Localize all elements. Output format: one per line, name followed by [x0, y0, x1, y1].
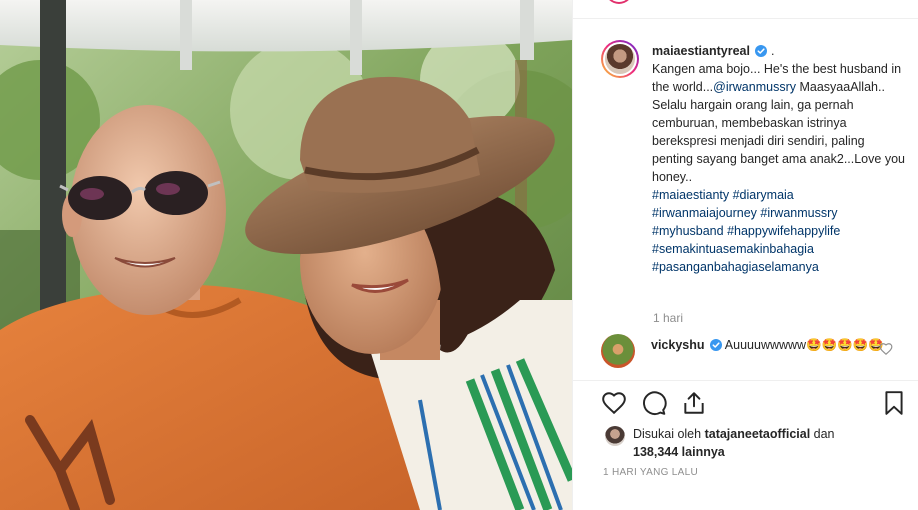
hashtag-link[interactable]: #irwanmussry — [760, 206, 837, 220]
caption-avatar[interactable] — [601, 40, 639, 78]
likes-prefix: Disukai oleh — [633, 427, 702, 441]
post-side-panel: maiaestiantyreal . Kangen ama bojo... He… — [572, 0, 918, 510]
likes-others[interactable]: lainnya — [682, 445, 725, 459]
bookmark-icon[interactable] — [881, 390, 907, 416]
caption-username[interactable]: maiaestiantyreal — [652, 44, 750, 58]
hashtags: #maiaestianty #diarymaia #irwanmaiajourn… — [652, 186, 906, 276]
comment-body: Auuuuwwwww🤩🤩🤩🤩🤩 — [724, 338, 884, 352]
post-date[interactable]: 1 HARI YANG LALU — [603, 467, 698, 478]
post-photo[interactable] — [0, 0, 572, 510]
verified-badge-icon — [755, 45, 768, 57]
likes-text: Disukai oleh tatajaneetaofficial dan 138… — [633, 425, 893, 461]
hashtag-link[interactable]: #happywifehappylife — [727, 224, 840, 238]
comment-text-block: vickyshu Auuuuwwwww🤩🤩🤩🤩🤩 — [651, 336, 891, 354]
action-bar — [601, 390, 903, 418]
hashtag-link[interactable]: #myhusband — [652, 224, 724, 238]
caption: maiaestiantyreal . Kangen ama bojo... He… — [652, 42, 906, 276]
mention-link[interactable]: @irwanmussry — [713, 80, 796, 94]
hashtag-link[interactable]: #maiaestianty — [652, 188, 729, 202]
hashtag-link[interactable]: #diarymaia — [733, 188, 794, 202]
likes-connector: dan — [813, 427, 835, 441]
comment-bubble-icon[interactable] — [641, 390, 667, 416]
divider — [573, 18, 918, 19]
liker-username[interactable]: tatajaneetaofficial — [705, 427, 811, 441]
divider — [573, 380, 918, 381]
likes-count[interactable]: 138,344 — [633, 445, 678, 459]
comment-avatar[interactable] — [601, 334, 635, 368]
caption-text-2: MaasyaaAllah.. Selalu hargain orang lain… — [652, 80, 905, 184]
comment-like-heart-icon[interactable] — [879, 342, 893, 356]
hashtag-link[interactable]: #irwanmaiajourney — [652, 206, 757, 220]
verified-badge-icon — [710, 339, 722, 351]
liker-avatar[interactable] — [605, 426, 625, 446]
post-image — [0, 0, 572, 510]
like-heart-icon[interactable] — [601, 390, 627, 416]
hashtag-link[interactable]: #pasanganbahagiaselamanya — [652, 260, 819, 274]
caption-time[interactable]: 1 hari — [653, 311, 683, 325]
comment-username[interactable]: vickyshu — [651, 338, 705, 352]
hashtag-link[interactable]: #semakintuasemakinbahagia — [652, 242, 814, 256]
share-icon[interactable] — [681, 390, 707, 416]
caption-username-suffix: . — [770, 44, 775, 58]
header-avatar[interactable] — [605, 0, 633, 4]
